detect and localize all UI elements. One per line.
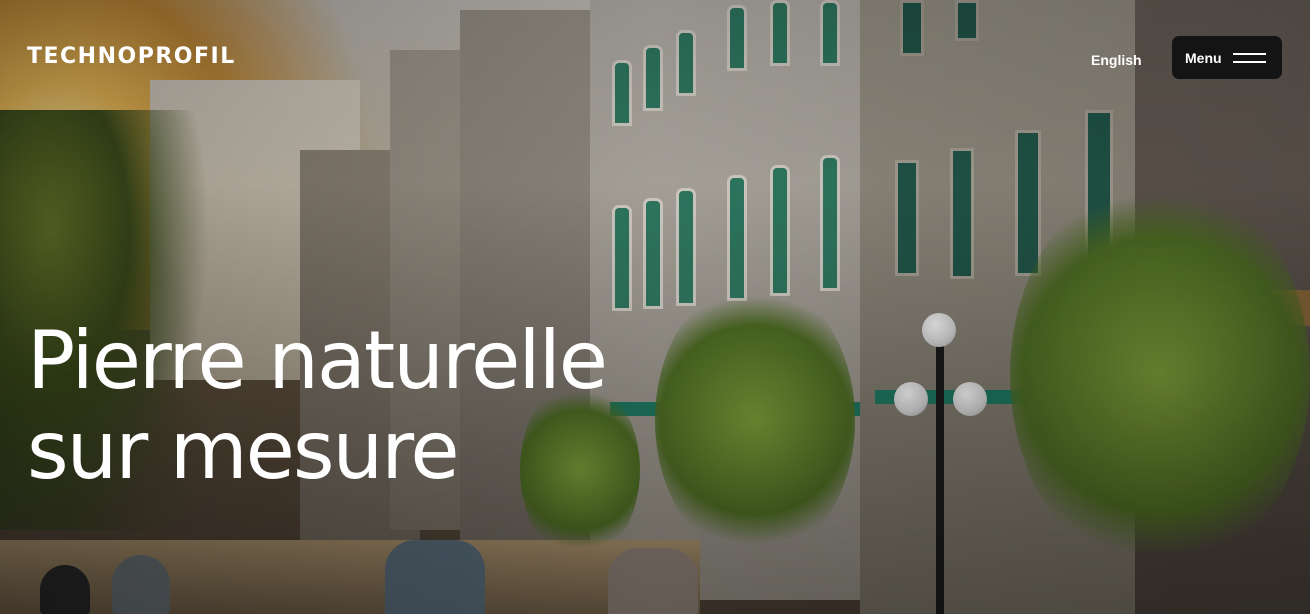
menu-button-label: Menu <box>1185 49 1222 66</box>
menu-button[interactable]: Menu <box>1172 36 1282 79</box>
hero-overlay <box>0 0 1310 614</box>
language-switch-link[interactable]: English <box>1091 52 1142 68</box>
site-logo[interactable]: TECHNOPROFIL <box>27 46 236 68</box>
hamburger-icon <box>1233 52 1266 63</box>
hero-headline: Pierre naturelle sur mesure <box>27 314 608 497</box>
hero-headline-line-1: Pierre naturelle <box>27 314 608 407</box>
hero-section: TECHNOPROFIL English Menu Pierre naturel… <box>0 0 1310 614</box>
hero-headline-line-2: sur mesure <box>27 404 460 497</box>
